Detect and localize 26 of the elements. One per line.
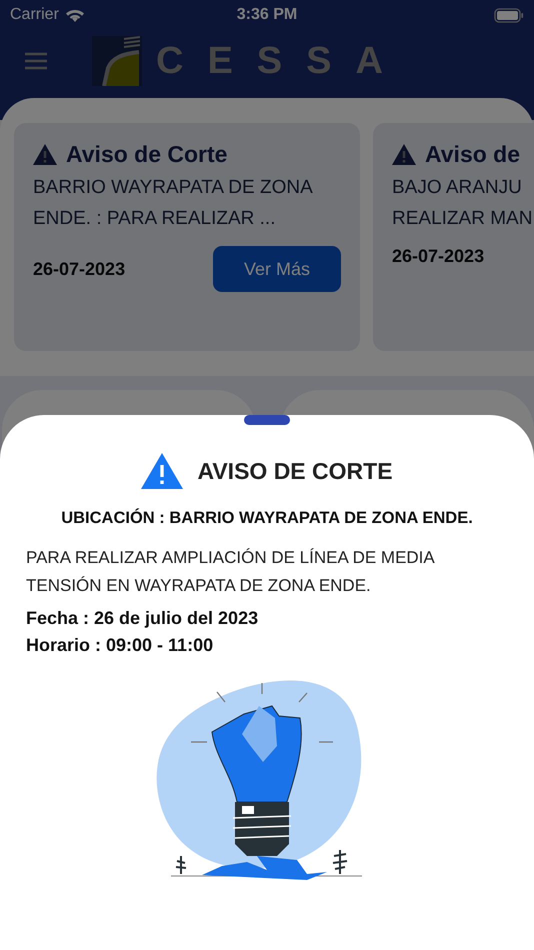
notice-summary: BARRIO WAYRAPATA DE ZONA [33, 177, 314, 199]
schedule-text: Horario : 09:00 - 11:00 [26, 635, 214, 656]
description-text: PARA REALIZAR AMPLIACIÓN DE LÍNEA DE MEDIA TENSIÓN EN WAYRAPATA DE ZONA ENDE. [26, 547, 436, 597]
date-text: Fecha : 26 de julio del 2023 [26, 608, 260, 629]
notice-date: 26-07-2023 [392, 246, 484, 267]
carrier-name: Carrier [10, 6, 59, 24]
logo-text: CESSA [156, 40, 407, 82]
warning-icon [33, 144, 57, 165]
notice-card[interactable]: Aviso de Corte BARRIO WAYRAPATA DE ZONA ENDE. : PARA REALIZAR ... 26-07-2023 Ver Más [14, 123, 360, 351]
warning-icon [392, 144, 416, 165]
bulb-logo-icon [92, 36, 142, 86]
battery-icon [494, 8, 524, 22]
notice-card[interactable]: Aviso de BAJO ARANJU REALIZAR MAN 26-07-2023 [373, 123, 534, 351]
location-text: UBICACIÓN : BARRIO WAYRAPATA DE ZONA ENDE. [60, 509, 474, 528]
sheet-handle[interactable] [244, 415, 290, 425]
warning-icon [141, 453, 184, 489]
wifi-icon [64, 8, 85, 22]
status-time: 3:36 PM [236, 6, 298, 24]
notice-summary: BAJO ARANJU [392, 177, 523, 199]
notice-title: Aviso de [425, 141, 520, 168]
notice-title: Aviso de Corte [66, 141, 228, 168]
notice-summary: ENDE. : PARA REALIZAR ... [33, 208, 276, 230]
notice-date: 26-07-2023 [33, 258, 126, 280]
see-more-button[interactable]: Ver Más [213, 246, 341, 292]
sheet-title: AVISO DE CORTE [197, 458, 393, 484]
notice-summary: REALIZAR MAN [392, 208, 534, 230]
